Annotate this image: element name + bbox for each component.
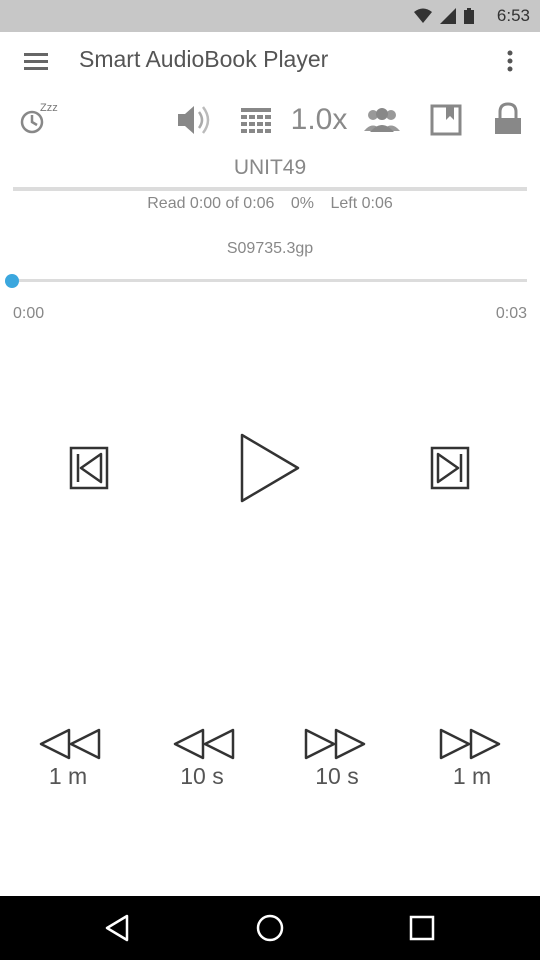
rewind-icon: [173, 728, 235, 760]
system-nav-bar: [0, 896, 540, 960]
read-time-text: Read 0:00 of 0:06: [147, 195, 275, 212]
more-options-icon[interactable]: [498, 46, 522, 76]
rewind-1m-label: 1 m: [48, 763, 88, 789]
hamburger-menu-icon[interactable]: [18, 46, 54, 76]
book-progress-bar: [13, 187, 527, 191]
back-nav-icon[interactable]: [101, 912, 133, 944]
characters-button[interactable]: [360, 98, 404, 142]
skip-previous-icon: [69, 446, 109, 490]
play-icon: [240, 433, 300, 503]
track-duration: 0:03: [495, 305, 527, 322]
status-bar: 6:53: [0, 0, 540, 32]
fast-forward-icon: [304, 728, 366, 760]
equalizer-button[interactable]: [236, 98, 276, 142]
status-time: 6:53: [496, 6, 530, 25]
bookmark-button[interactable]: [426, 98, 466, 142]
seek-thumb[interactable]: [5, 274, 19, 288]
next-track-button[interactable]: [425, 443, 475, 493]
sleep-timer-label: Zzz: [40, 102, 58, 114]
recents-nav-icon[interactable]: [406, 912, 438, 944]
book-progress-stats: Read 0:00 of 0:06 0% Left 0:06: [0, 195, 540, 213]
play-button[interactable]: [238, 432, 302, 504]
forward-10s-button[interactable]: 10 s: [297, 724, 377, 790]
rewind-1m-button[interactable]: 1 m: [28, 724, 108, 790]
volume-button[interactable]: [172, 98, 214, 142]
forward-1m-label: 1 m: [452, 763, 492, 789]
track-seek-bar[interactable]: [12, 279, 527, 282]
bookmark-icon: [430, 104, 462, 136]
rewind-10s-button[interactable]: 10 s: [162, 724, 242, 790]
wifi-icon: [414, 8, 432, 23]
previous-track-button[interactable]: [64, 443, 114, 493]
equalizer-grid-icon: [241, 108, 271, 133]
volume-icon: [178, 106, 210, 134]
skip-next-icon: [430, 446, 470, 490]
forward-10s-label: 10 s: [315, 763, 359, 789]
fast-forward-icon: [439, 728, 501, 760]
track-filename: S09735.3gp: [226, 240, 314, 257]
track-elapsed-time: 0:00: [13, 305, 45, 322]
player-toolbar: Zzz 1.0x: [0, 98, 540, 142]
lock-button[interactable]: [490, 98, 526, 142]
app-title: Smart AudioBook Player: [79, 46, 329, 72]
rewind-10s-label: 10 s: [180, 763, 224, 789]
app-bar: Smart AudioBook Player: [0, 32, 540, 90]
signal-icon: [440, 8, 456, 24]
book-title: UNIT49: [233, 156, 307, 179]
playback-speed-button[interactable]: 1.0x: [290, 98, 348, 142]
forward-1m-button[interactable]: 1 m: [432, 724, 512, 790]
sleep-timer-button[interactable]: Zzz: [14, 98, 66, 142]
status-icons: [414, 8, 474, 24]
characters-icon: [364, 108, 400, 132]
rewind-icon: [39, 728, 101, 760]
time-left-text: Left 0:06: [330, 195, 393, 212]
battery-icon: [464, 8, 474, 24]
home-nav-icon[interactable]: [254, 912, 286, 944]
lock-icon: [495, 102, 521, 134]
progress-percent-text: 0%: [290, 195, 315, 212]
